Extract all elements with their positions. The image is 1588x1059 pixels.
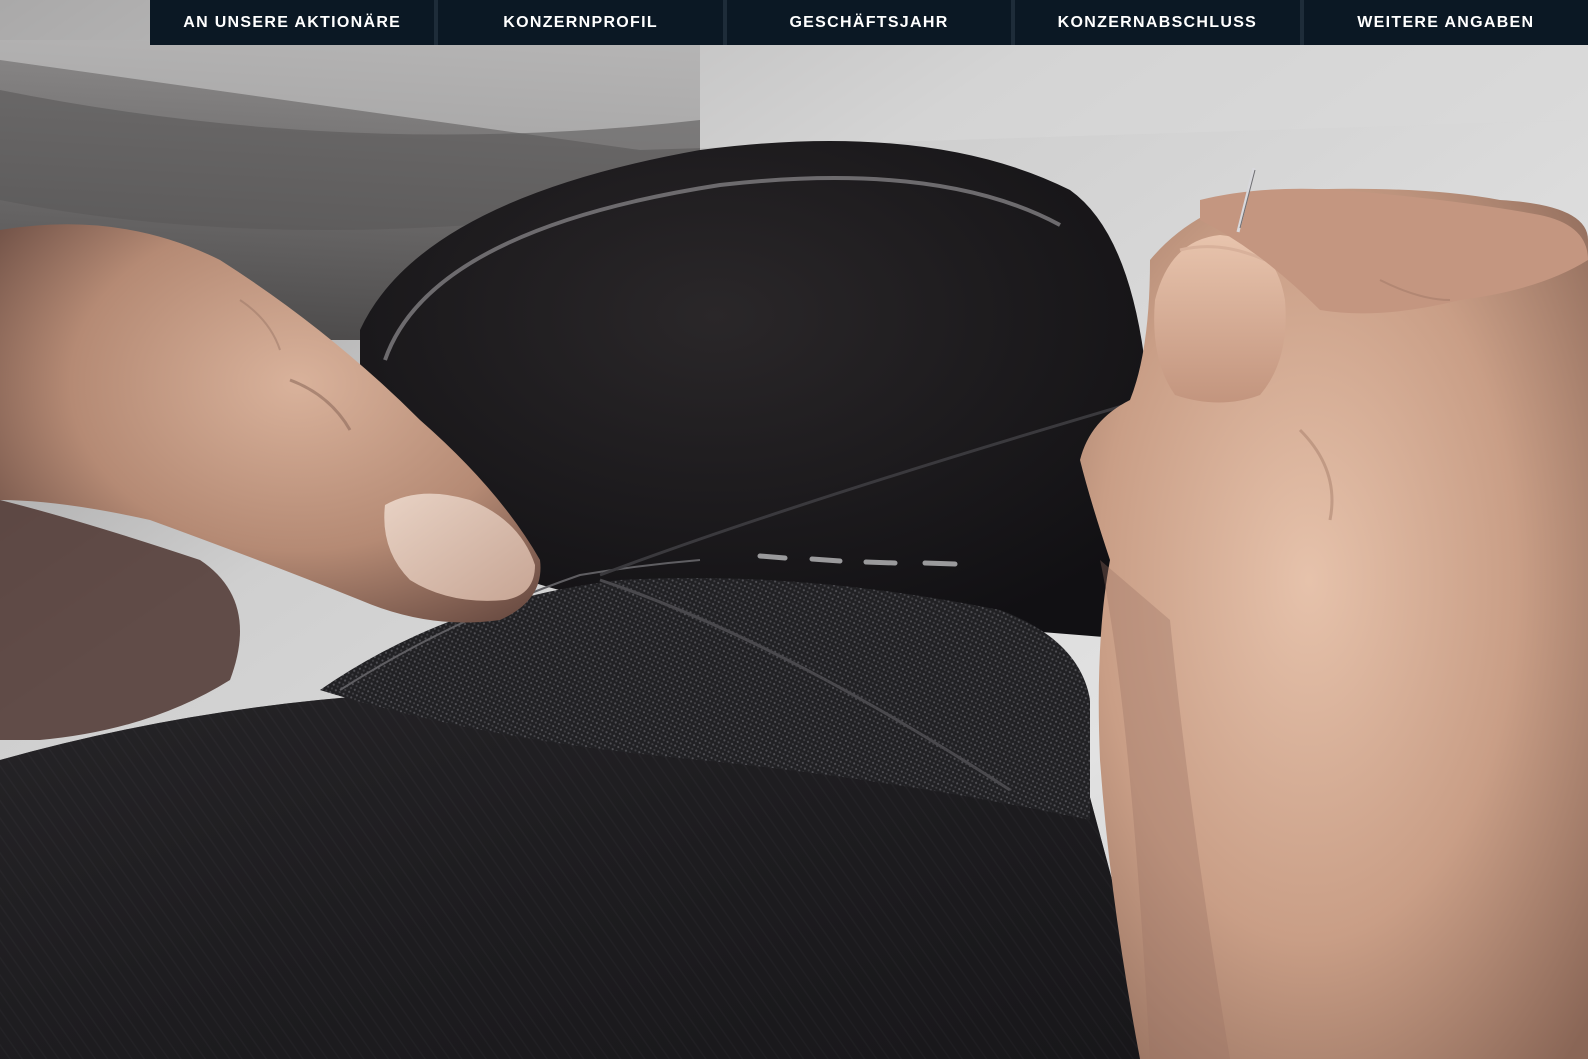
nav-item-aktionaere[interactable]: AN UNSERE AKTIONÄRE (150, 0, 439, 45)
hand-stitching-photo (0, 0, 1588, 1059)
nav-item-konzernprofil[interactable]: KONZERNPROFIL (438, 0, 727, 45)
page: AN UNSERE AKTIONÄRE KONZERNPROFIL GESCHÄ… (0, 0, 1588, 1059)
main-navigation: AN UNSERE AKTIONÄRE KONZERNPROFIL GESCHÄ… (150, 0, 1588, 45)
hero-photo (0, 0, 1588, 1059)
nav-item-konzernabschluss[interactable]: KONZERNABSCHLUSS (1015, 0, 1304, 45)
nav-item-geschaeftsjahr[interactable]: GESCHÄFTSJAHR (726, 0, 1016, 45)
nav-item-weitere-angaben[interactable]: WEITERE ANGABEN (1303, 0, 1588, 45)
